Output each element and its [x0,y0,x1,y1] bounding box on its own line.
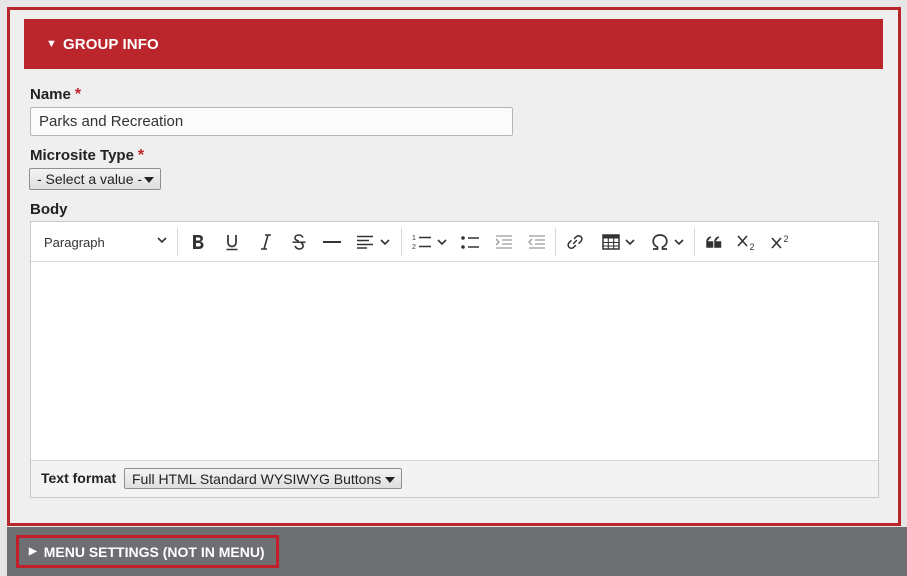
name-label: Name * [30,86,82,103]
body-label: Body [30,201,68,218]
toolbar-divider [555,228,556,256]
dropdown-arrow-icon [385,477,395,483]
blockquote-icon [706,236,722,248]
svg-text:2: 2 [412,244,416,250]
name-input[interactable] [30,107,513,136]
special-characters-button[interactable] [645,222,689,262]
toolbar-divider [694,228,695,256]
rich-text-editor: Paragraph 1 2 2 2 Text format Full HTML … [30,221,879,498]
superscript-icon: 2 [771,234,789,249]
horizontal-line-icon [323,241,341,243]
underline-icon [226,234,238,250]
svg-text:1: 1 [412,235,416,242]
numbered-list-icon: 12 [412,235,431,250]
text-format-bar: Text format Full HTML Standard WYSIWYG B… [31,460,878,497]
required-marker: * [74,86,82,103]
triangle-down-icon: ▼ [46,38,57,50]
indent-icon [495,235,512,249]
group-info-toggle[interactable]: ▼ GROUP INFO [24,19,883,69]
link-icon [567,234,583,250]
editor-content-area[interactable] [31,262,878,460]
italic-icon [261,234,271,250]
svg-text:2: 2 [784,234,789,244]
outdent-button[interactable] [524,222,550,262]
chevron-down-icon [157,237,167,244]
chevron-down-icon [624,238,635,245]
align-left-icon [357,235,373,249]
superscript-button[interactable]: 2 [768,222,794,262]
horizontal-line-button[interactable] [319,222,345,262]
subscript-icon: 2 [737,235,755,250]
outdent-icon [528,235,545,249]
table-button[interactable] [596,222,640,262]
chevron-down-icon [380,238,390,245]
strikethrough-icon [292,234,306,250]
bold-button[interactable] [186,222,210,262]
bulleted-list-icon [460,235,479,249]
menu-settings-bar: ▶ MENU SETTINGS (NOT IN MENU) [7,527,907,576]
text-format-label: Text format [41,470,117,486]
link-button[interactable] [562,222,588,262]
required-marker: * [137,147,145,164]
toolbar-divider [401,228,402,256]
italic-button[interactable] [254,222,278,262]
indent-button[interactable] [491,222,517,262]
blockquote-button[interactable] [701,222,727,262]
dropdown-arrow-icon [144,177,154,183]
subscript-button[interactable]: 2 [734,222,760,262]
microsite-type-label: Microsite Type * [30,147,145,164]
align-dropdown-button[interactable] [353,222,393,262]
menu-settings-toggle[interactable]: ▶ MENU SETTINGS (NOT IN MENU) [16,535,279,568]
group-info-title: GROUP INFO [63,35,159,53]
bulleted-list-button[interactable] [457,222,483,262]
underline-button[interactable] [220,222,244,262]
triangle-right-icon: ▶ [29,546,37,557]
microsite-type-select[interactable]: - Select a value - [29,168,161,190]
menu-settings-title: MENU SETTINGS (NOT IN MENU) [43,543,265,560]
svg-text:2: 2 [750,242,755,250]
editor-toolbar: Paragraph 1 2 2 2 [31,222,878,262]
group-info-panel: ▼ GROUP INFO Name* Microsite Type* - Sel… [7,7,901,526]
numbered-list-button[interactable]: 12 [407,222,451,262]
strikethrough-button[interactable] [287,222,311,262]
heading-dropdown[interactable]: Paragraph [35,222,173,262]
chevron-down-icon [436,238,447,245]
chevron-down-icon [673,238,684,245]
omega-icon [651,234,668,250]
text-format-select[interactable]: Full HTML Standard WYSIWYG Buttons [124,468,402,489]
table-icon [601,234,620,250]
bold-icon [193,235,204,249]
toolbar-divider [177,228,178,256]
